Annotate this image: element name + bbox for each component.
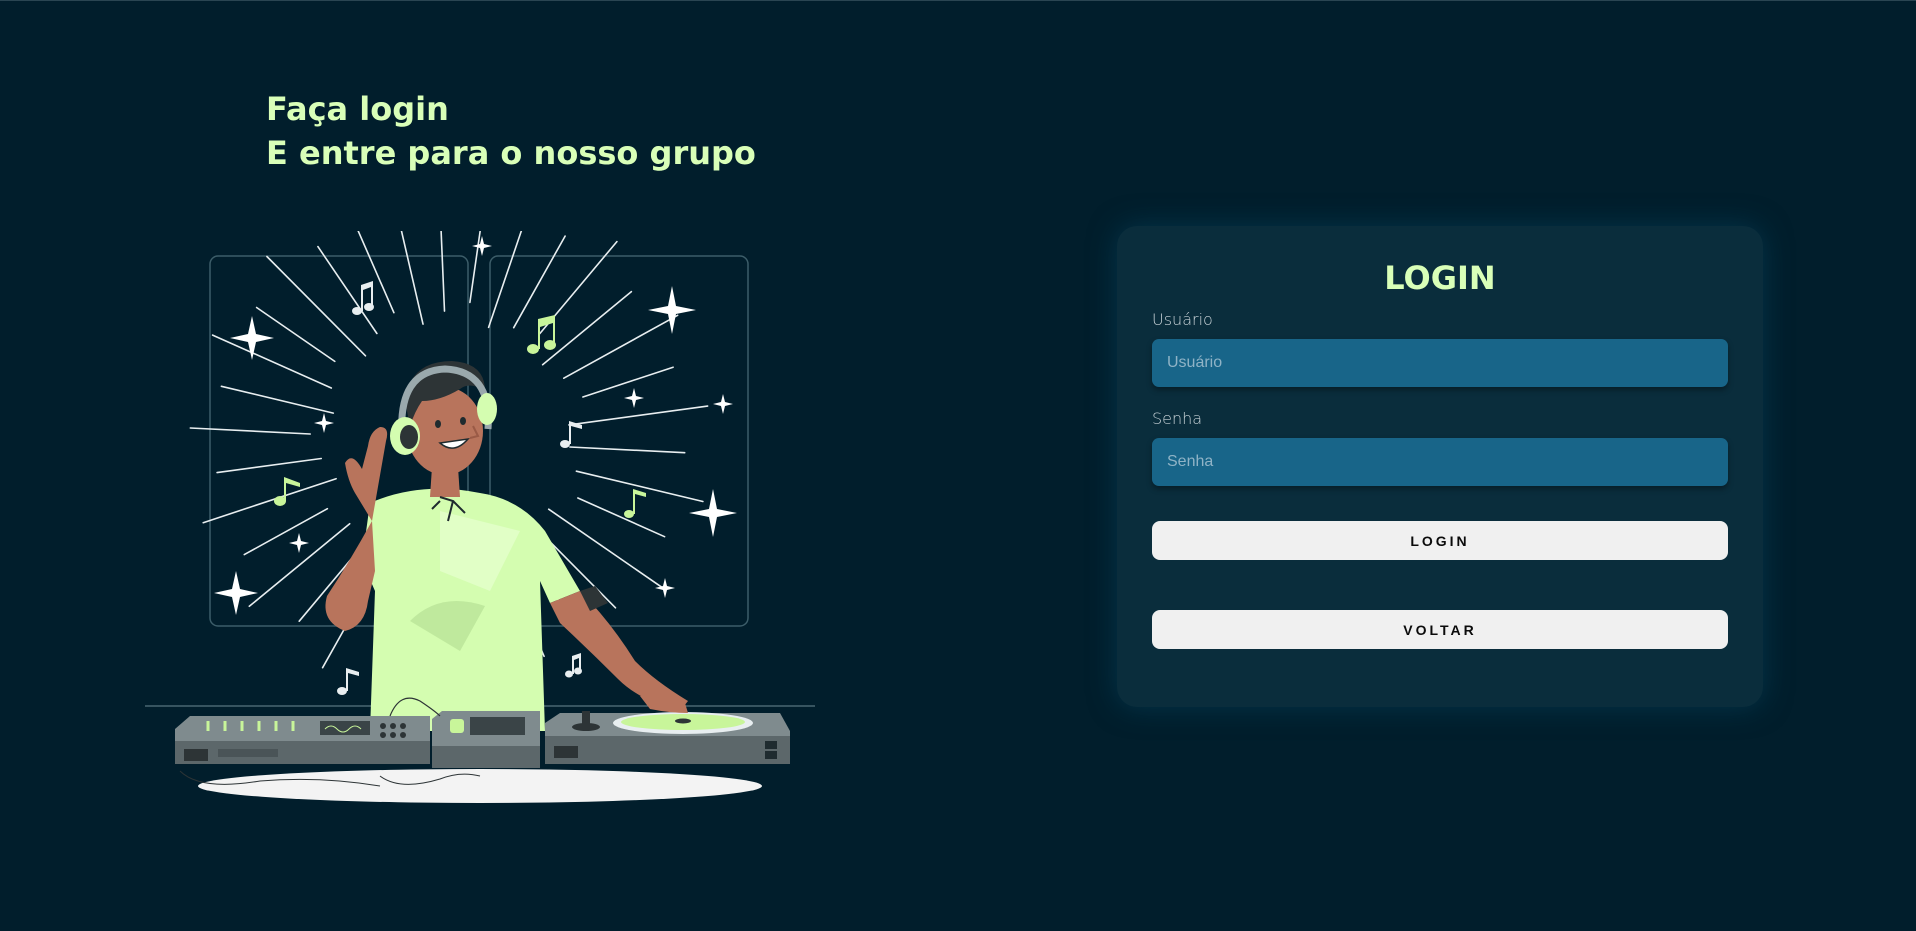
sunburst-ray [440, 231, 446, 312]
music-note-icon [560, 421, 582, 448]
sunburst-ray [512, 235, 566, 329]
sunburst-ray [220, 385, 335, 414]
music-note-icon [337, 668, 359, 695]
login-page: Faça login E entre para o nosso grupo LO… [0, 0, 1916, 931]
sunburst-ray [569, 446, 686, 454]
sunburst-ray [243, 507, 329, 556]
sunburst-ray [568, 405, 709, 426]
hero-line-1: Faça login [266, 90, 449, 128]
username-label: Usuário [1152, 310, 1213, 329]
sunburst-ray [202, 477, 337, 524]
sunburst-ray [216, 457, 322, 474]
login-title: LOGIN [1384, 259, 1496, 297]
music-note-icon [527, 315, 556, 354]
password-input[interactable] [1152, 438, 1728, 486]
floor-shadow [198, 769, 762, 803]
music-note-icon [565, 653, 582, 678]
sunburst-ray [487, 231, 523, 329]
sparkle-icon [624, 388, 644, 408]
sunburst-ray [541, 290, 633, 366]
sparkle-icon [713, 394, 733, 414]
sunburst-ray [317, 245, 378, 335]
sparkle-icon [214, 571, 258, 615]
dj-table [175, 697, 790, 803]
arm-right [550, 591, 688, 711]
music-note-icon [352, 281, 374, 315]
sunburst-ray [189, 427, 311, 435]
music-note-icon [624, 489, 646, 518]
sunburst-ray [266, 255, 367, 357]
sparkle-icon [230, 316, 274, 360]
sparkle-icon [289, 533, 309, 553]
sunburst-ray [582, 366, 674, 398]
login-button[interactable]: LOGIN [1152, 521, 1728, 560]
back-button[interactable]: VOLTAR [1152, 610, 1728, 649]
sunburst-ray [357, 231, 395, 314]
dj-illustration [145, 231, 815, 803]
sunburst-ray [211, 334, 333, 389]
username-input[interactable] [1152, 339, 1728, 387]
hero-headline: Faça login E entre para o nosso grupo [266, 87, 756, 175]
sunburst-ray [562, 314, 679, 379]
sparkle-icon [314, 413, 334, 433]
sparkle-icon [655, 578, 675, 598]
sparkle-icon [472, 236, 492, 256]
sunburst-ray [575, 470, 704, 503]
sunburst-ray [400, 231, 424, 325]
password-label: Senha [1152, 409, 1203, 428]
hero-line-2: E entre para o nosso grupo [266, 134, 756, 172]
sparkle-icon [689, 489, 737, 537]
sunburst-ray [577, 497, 666, 538]
sunburst-ray [255, 306, 336, 363]
login-card: LOGIN Usuário Senha LOGIN VOLTAR [1117, 226, 1763, 707]
